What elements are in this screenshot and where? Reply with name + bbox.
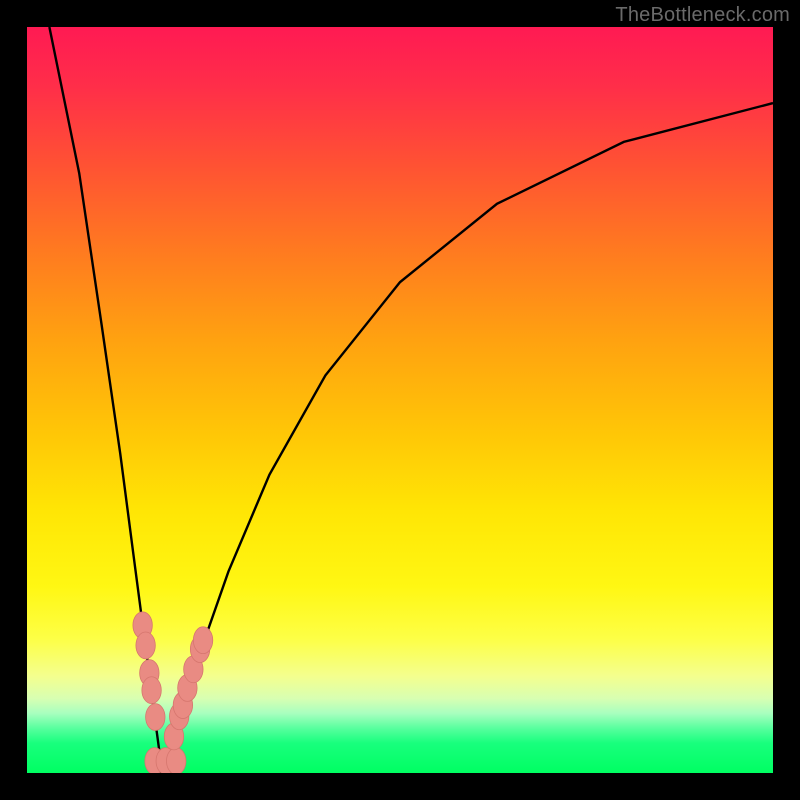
data-marker [142,677,161,704]
chart-frame: TheBottleneck.com [0,0,800,800]
bottleneck-curves [49,27,773,773]
curve-right-branch [161,103,773,773]
data-marker [167,748,186,773]
data-marker [136,632,155,659]
plot-area [27,27,773,773]
data-marker [146,704,165,731]
marker-cluster [133,612,213,773]
data-marker [193,627,212,654]
curves-layer [27,27,773,773]
watermark-text: TheBottleneck.com [615,4,790,27]
